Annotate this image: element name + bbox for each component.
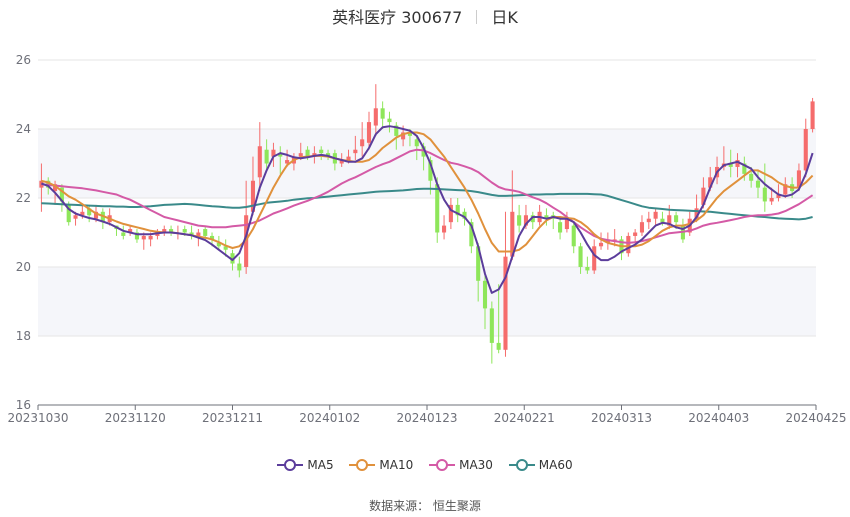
candle-body[interactable] — [646, 218, 651, 223]
x-tick-label: 20231030 — [7, 411, 68, 425]
source-label: 数据来源： — [369, 499, 430, 513]
candle-body[interactable] — [482, 280, 488, 309]
candle-body[interactable] — [257, 146, 262, 178]
candle-body[interactable] — [803, 129, 808, 171]
grid-band — [38, 129, 816, 198]
x-tick-label: 20240102 — [299, 411, 360, 425]
legend-item-ma60[interactable]: MA60 — [508, 458, 573, 472]
candle-body[interactable] — [442, 225, 447, 233]
candle-body[interactable] — [360, 139, 365, 147]
candle-body[interactable] — [585, 267, 590, 271]
candle-body[interactable] — [598, 242, 604, 247]
candle-body[interactable] — [769, 198, 774, 202]
candle-body[interactable] — [653, 211, 658, 219]
y-tick-label: 16 — [16, 398, 31, 412]
candle-body[interactable] — [148, 235, 153, 240]
chart-legend: MA5 MA10 MA30 MA60 — [0, 458, 850, 472]
candle-body[interactable] — [558, 222, 563, 233]
candle-body[interactable] — [237, 263, 242, 271]
legend-label-ma30: MA30 — [459, 458, 493, 472]
x-tick-label: 20240313 — [591, 411, 652, 425]
legend-label-ma5: MA5 — [307, 458, 334, 472]
x-tick-label: 20231211 — [202, 411, 263, 425]
y-tick-label: 26 — [16, 53, 31, 67]
candle-body[interactable] — [626, 235, 631, 254]
y-tick-label: 22 — [16, 191, 31, 205]
legend-label-ma60: MA60 — [538, 458, 573, 472]
candle-body[interactable] — [571, 225, 576, 247]
candle-body[interactable] — [264, 149, 269, 164]
candle-body[interactable] — [380, 108, 385, 119]
x-tick-label: 20240403 — [688, 411, 749, 425]
x-tick-label: 20231120 — [105, 411, 166, 425]
legend-item-ma30[interactable]: MA30 — [429, 458, 493, 472]
candle-body[interactable] — [660, 218, 665, 223]
candle-body[interactable] — [346, 156, 351, 161]
legend-label-ma10: MA10 — [379, 458, 414, 472]
candle-body[interactable] — [489, 308, 494, 343]
candle-body[interactable] — [592, 246, 597, 271]
y-tick-label: 18 — [16, 329, 31, 343]
candle-body[interactable] — [496, 342, 501, 350]
candle-body[interactable] — [182, 229, 187, 233]
candle-body[interactable] — [387, 118, 392, 123]
candle-body[interactable] — [762, 187, 767, 202]
x-tick-label: 20240123 — [396, 411, 457, 425]
x-tick-label: 20240425 — [785, 411, 846, 425]
source-name: 恒生聚源 — [432, 499, 481, 513]
candle-body[interactable] — [298, 153, 303, 157]
candle-body[interactable] — [73, 215, 78, 219]
candle-body[interactable] — [810, 101, 815, 129]
candle-body[interactable] — [517, 215, 522, 226]
legend-item-ma5[interactable]: MA5 — [277, 458, 334, 472]
candle-body[interactable] — [578, 246, 583, 267]
candle-body[interactable] — [203, 229, 208, 236]
grid-band — [38, 267, 816, 336]
candle-body[interactable] — [141, 235, 146, 240]
candlestick-chart[interactable]: 16 18 20 22 24 26 20231030 20231120 20231211 2024… — [0, 0, 850, 450]
data-source: 数据来源： 恒生聚源 — [0, 497, 850, 514]
candle-body[interactable] — [121, 232, 126, 236]
legend-item-ma10[interactable]: MA10 — [349, 458, 413, 472]
candle-body[interactable] — [319, 149, 324, 154]
candle-body[interactable] — [366, 122, 372, 143]
candle-body[interactable] — [353, 149, 358, 154]
candle-body[interactable] — [435, 184, 440, 233]
x-tick-label: 20240221 — [494, 411, 555, 425]
candle-body[interactable] — [674, 215, 679, 223]
candle-body[interactable] — [633, 232, 638, 236]
candle-body[interactable] — [639, 222, 645, 233]
y-tick-label: 24 — [16, 122, 31, 136]
candle-body[interactable] — [749, 173, 754, 181]
y-tick-label: 20 — [16, 260, 31, 274]
candle-body[interactable] — [373, 108, 378, 126]
candle-body[interactable] — [755, 180, 761, 188]
